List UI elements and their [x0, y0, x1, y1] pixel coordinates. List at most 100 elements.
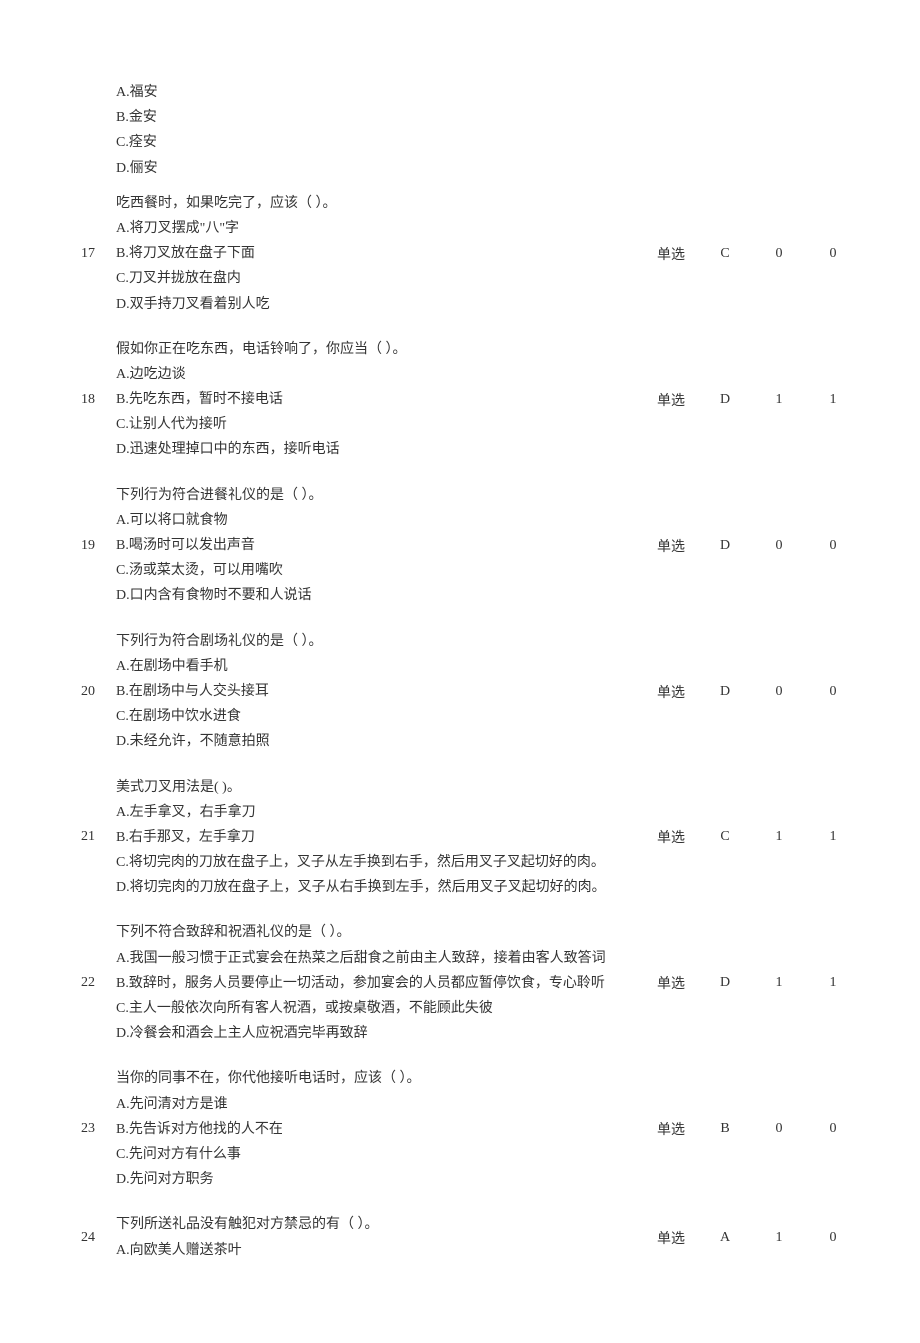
- question-stem: 下列行为符合剧场礼仪的是（ ）。: [116, 629, 624, 654]
- question-stem: 吃西餐时，如果吃完了，应该（ ）。: [116, 191, 624, 216]
- question-col1: 1: [752, 1230, 806, 1246]
- question-row: 18 假如你正在吃东西，电话铃响了，你应当（ ）。 A.边吃边谈 B.先吃东西，…: [60, 337, 860, 463]
- question-text: 下列所送礼品没有触犯对方禁忌的有（ ）。 A.向欧美人赠送茶叶: [116, 1212, 644, 1262]
- question-type: 单选: [644, 682, 698, 702]
- question-col1: 1: [752, 829, 806, 845]
- option-a: A.在剧场中看手机: [116, 654, 624, 679]
- question-col2: 0: [806, 1121, 860, 1137]
- question-number: 22: [60, 975, 116, 991]
- question-text: 下列行为符合剧场礼仪的是（ ）。 A.在剧场中看手机 B.在剧场中与人交头接耳 …: [116, 629, 644, 755]
- question-meta: 单选 C 0 0: [644, 244, 860, 264]
- question-meta: 单选 D 0 0: [644, 682, 860, 702]
- question-type: 单选: [644, 244, 698, 264]
- option-a: A.向欧美人赠送茶叶: [116, 1238, 624, 1263]
- question-text: 吃西餐时，如果吃完了，应该（ ）。 A.将刀叉摆成"八"字 B.将刀叉放在盘子下…: [116, 191, 644, 317]
- question-col2: 0: [806, 538, 860, 554]
- option-b: B.致辞时，服务人员要停止一切活动，参加宴会的人员都应暂停饮食，专心聆听: [116, 971, 624, 996]
- question-meta: 单选 B 0 0: [644, 1119, 860, 1139]
- question-col1: 0: [752, 538, 806, 554]
- question-stem: 美式刀叉用法是( )。: [116, 775, 624, 800]
- question-type: 单选: [644, 1119, 698, 1139]
- question-answer: D: [698, 684, 752, 700]
- option-d: D.将切完肉的刀放在盘子上，叉子从右手换到左手，然后用叉子叉起切好的肉。: [116, 875, 624, 900]
- page-content: A.福安 B.金安 C.痊安 D.俪安 17 吃西餐时，如果吃完了，应该（ ）。…: [0, 0, 920, 1343]
- question-type: 单选: [644, 973, 698, 993]
- orphan-options: A.福安 B.金安 C.痊安 D.俪安: [116, 80, 860, 181]
- question-row: 23 当你的同事不在，你代他接听电话时，应该（ ）。 A.先问清对方是谁 B.先…: [60, 1066, 860, 1192]
- question-answer: D: [698, 975, 752, 991]
- question-number: 23: [60, 1121, 116, 1137]
- question-answer: A: [698, 1230, 752, 1246]
- question-stem: 假如你正在吃东西，电话铃响了，你应当（ ）。: [116, 337, 624, 362]
- option-c: C.刀叉并拢放在盘内: [116, 266, 624, 291]
- option-c: C.汤或菜太烫，可以用嘴吹: [116, 558, 624, 583]
- question-stem: 下列行为符合进餐礼仪的是（ ）。: [116, 483, 624, 508]
- option-b: B.喝汤时可以发出声音: [116, 533, 624, 558]
- question-answer: D: [698, 392, 752, 408]
- option-c: C.痊安: [116, 130, 860, 155]
- option-d: D.先问对方职务: [116, 1167, 624, 1192]
- option-a: A.福安: [116, 80, 860, 105]
- question-row: 19 下列行为符合进餐礼仪的是（ ）。 A.可以将口就食物 B.喝汤时可以发出声…: [60, 483, 860, 609]
- option-c: C.先问对方有什么事: [116, 1142, 624, 1167]
- question-row: 24 下列所送礼品没有触犯对方禁忌的有（ ）。 A.向欧美人赠送茶叶 单选 A …: [60, 1212, 860, 1262]
- question-row: 17 吃西餐时，如果吃完了，应该（ ）。 A.将刀叉摆成"八"字 B.将刀叉放在…: [60, 191, 860, 317]
- question-col2: 0: [806, 246, 860, 262]
- question-type: 单选: [644, 827, 698, 847]
- question-col1: 0: [752, 684, 806, 700]
- question-type: 单选: [644, 390, 698, 410]
- option-d: D.未经允许，不随意拍照: [116, 729, 624, 754]
- question-answer: C: [698, 246, 752, 262]
- question-col1: 0: [752, 246, 806, 262]
- question-stem: 当你的同事不在，你代他接听电话时，应该（ ）。: [116, 1066, 624, 1091]
- question-meta: 单选 A 1 0: [644, 1228, 860, 1248]
- question-text: 下列行为符合进餐礼仪的是（ ）。 A.可以将口就食物 B.喝汤时可以发出声音 C…: [116, 483, 644, 609]
- option-a: A.先问清对方是谁: [116, 1092, 624, 1117]
- option-b: B.先吃东西，暂时不接电话: [116, 387, 624, 412]
- question-number: 24: [60, 1230, 116, 1246]
- option-d: D.双手持刀叉看着别人吃: [116, 292, 624, 317]
- question-meta: 单选 D 1 1: [644, 390, 860, 410]
- question-col2: 1: [806, 975, 860, 991]
- question-number: 19: [60, 538, 116, 554]
- question-row: 21 美式刀叉用法是( )。 A.左手拿叉，右手拿刀 B.右手那叉，左手拿刀 C…: [60, 775, 860, 901]
- option-a: A.左手拿叉，右手拿刀: [116, 800, 624, 825]
- question-col2: 0: [806, 1230, 860, 1246]
- question-answer: C: [698, 829, 752, 845]
- question-col1: 1: [752, 392, 806, 408]
- question-text: 当你的同事不在，你代他接听电话时，应该（ ）。 A.先问清对方是谁 B.先告诉对…: [116, 1066, 644, 1192]
- question-answer: B: [698, 1121, 752, 1137]
- option-d: D.口内含有食物时不要和人说话: [116, 583, 624, 608]
- option-b: B.金安: [116, 105, 860, 130]
- question-col1: 0: [752, 1121, 806, 1137]
- option-a: A.边吃边谈: [116, 362, 624, 387]
- option-b: B.将刀叉放在盘子下面: [116, 241, 624, 266]
- question-text: 美式刀叉用法是( )。 A.左手拿叉，右手拿刀 B.右手那叉，左手拿刀 C.将切…: [116, 775, 644, 901]
- option-b: B.先告诉对方他找的人不在: [116, 1117, 624, 1142]
- question-type: 单选: [644, 536, 698, 556]
- option-b: B.在剧场中与人交头接耳: [116, 679, 624, 704]
- question-stem: 下列所送礼品没有触犯对方禁忌的有（ ）。: [116, 1212, 624, 1237]
- option-c: C.在剧场中饮水进食: [116, 704, 624, 729]
- question-text: 下列不符合致辞和祝酒礼仪的是（ ）。 A.我国一般习惯于正式宴会在热菜之后甜食之…: [116, 920, 644, 1046]
- question-number: 18: [60, 392, 116, 408]
- option-d: D.冷餐会和酒会上主人应祝酒完毕再致辞: [116, 1021, 624, 1046]
- question-col2: 1: [806, 392, 860, 408]
- question-number: 17: [60, 246, 116, 262]
- question-meta: 单选 C 1 1: [644, 827, 860, 847]
- option-a: A.可以将口就食物: [116, 508, 624, 533]
- option-c: C.主人一般依次向所有客人祝酒，或按桌敬酒，不能顾此失彼: [116, 996, 624, 1021]
- question-stem: 下列不符合致辞和祝酒礼仪的是（ ）。: [116, 920, 624, 945]
- question-text: 假如你正在吃东西，电话铃响了，你应当（ ）。 A.边吃边谈 B.先吃东西，暂时不…: [116, 337, 644, 463]
- question-row: 20 下列行为符合剧场礼仪的是（ ）。 A.在剧场中看手机 B.在剧场中与人交头…: [60, 629, 860, 755]
- question-meta: 单选 D 1 1: [644, 973, 860, 993]
- option-c: C.让别人代为接听: [116, 412, 624, 437]
- option-c: C.将切完肉的刀放在盘子上，叉子从左手换到右手，然后用叉子叉起切好的肉。: [116, 850, 624, 875]
- option-a: A.将刀叉摆成"八"字: [116, 216, 624, 241]
- question-meta: 单选 D 0 0: [644, 536, 860, 556]
- option-d: D.迅速处理掉口中的东西，接听电话: [116, 437, 624, 462]
- option-b: B.右手那叉，左手拿刀: [116, 825, 624, 850]
- option-a: A.我国一般习惯于正式宴会在热菜之后甜食之前由主人致辞，接着由客人致答词: [116, 946, 624, 971]
- question-col1: 1: [752, 975, 806, 991]
- question-col2: 0: [806, 684, 860, 700]
